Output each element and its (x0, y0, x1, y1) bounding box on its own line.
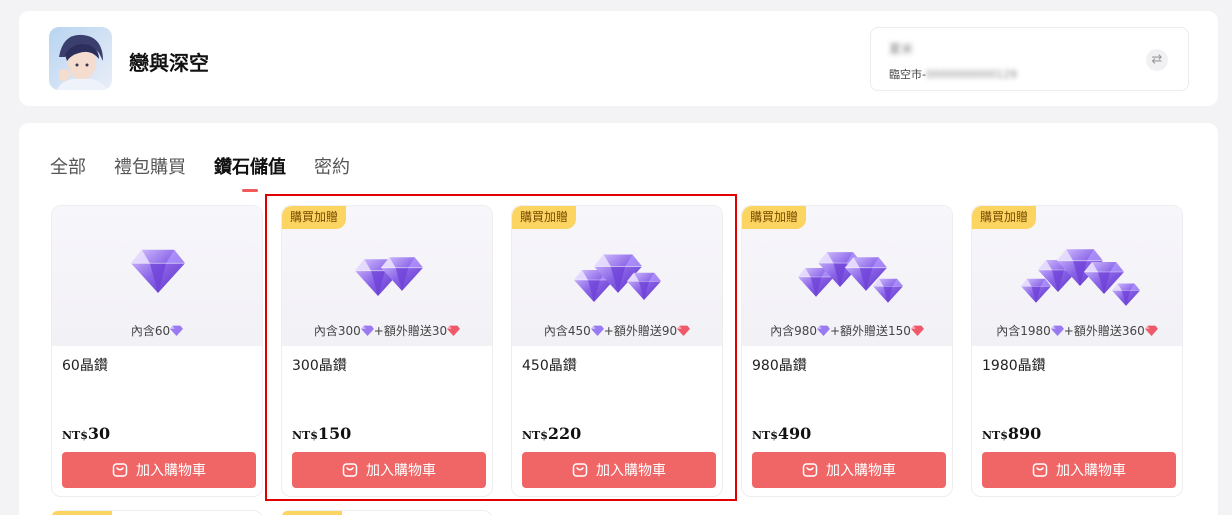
tab-secret-date[interactable]: 密約 (314, 153, 350, 179)
product-name: 60晶鑽 (62, 358, 108, 374)
contains-info: 內含300 +額外贈送30 (282, 322, 492, 339)
contains-amount: 內含60 (130, 324, 171, 338)
bonus-amount: +額外贈送30 (373, 324, 448, 338)
contains-info: 內含450 +額外贈送90 (512, 322, 722, 339)
product-panel: 全部 禮包購買 鑽石儲值 密約 內含60 60晶鑽 NT$30 加入購物車 購買加贈 內含… (19, 123, 1218, 515)
ruby-icon (677, 324, 691, 338)
shopping-bag-icon (1032, 463, 1048, 477)
product-name: 300晶鑽 (292, 358, 347, 374)
contains-info: 內含980 +額外贈送150 (742, 322, 952, 339)
shopping-bag-icon (802, 463, 818, 477)
product-card[interactable]: 內含60 60晶鑽 NT$30 加入購物車 (51, 205, 263, 497)
product-card[interactable]: 購買加贈內含1980 +額外贈送360 1980晶鑽 NT$890 加入購物車 (971, 205, 1183, 497)
product-name: 1980晶鑽 (982, 358, 1046, 374)
server-label: 臨空市- (889, 68, 926, 81)
add-to-cart-button[interactable]: 加入購物車 (522, 452, 716, 488)
contains-amount: 內含1980 (996, 324, 1051, 338)
promo-badge: 購買加贈 (282, 206, 347, 229)
diamond-icon (627, 271, 661, 304)
account-selector[interactable]: 夏米 臨空市-0000000000129 ⇄ (870, 27, 1189, 91)
add-to-cart-button[interactable]: 加入購物車 (982, 452, 1176, 488)
currency-label: NT$ (982, 429, 1008, 442)
ruby-icon (910, 324, 924, 338)
diamond-icon (381, 255, 423, 295)
currency-label: NT$ (292, 429, 318, 442)
crystal-icon (1050, 324, 1064, 338)
promo-badge: 購買加贈 (972, 206, 1037, 229)
crystal-icon (360, 324, 374, 338)
category-tabs: 全部 禮包購買 鑽石儲值 密約 (50, 153, 378, 179)
product-name: 450晶鑽 (522, 358, 577, 374)
bonus-amount: +額外贈送90 (603, 324, 678, 338)
ruby-icon (447, 324, 461, 338)
contains-amount: 內含300 (313, 324, 361, 338)
account-name: 夏米 (889, 42, 914, 56)
crystal-icon (170, 324, 184, 338)
shopping-bag-icon (572, 463, 588, 477)
product-price: NT$150 (292, 424, 351, 443)
product-card[interactable]: 購買加贈內含980 +額外贈送150 980晶鑽 NT$490 加入購物車 (741, 205, 953, 497)
swap-icon[interactable]: ⇄ (1146, 49, 1168, 71)
diamond-pile (52, 224, 262, 324)
diamond-icon (1112, 282, 1140, 310)
price-amount: 220 (547, 424, 582, 443)
add-to-cart-button[interactable]: 加入購物車 (292, 452, 486, 488)
product-image: 購買加贈內含450 +額外贈送90 (512, 206, 722, 346)
tab-diamond-topup[interactable]: 鑽石儲值 (214, 153, 286, 179)
add-to-cart-label: 加入購物車 (826, 463, 896, 479)
contains-amount: 內含450 (543, 324, 591, 338)
shopping-bag-icon (112, 463, 128, 477)
price-amount: 490 (777, 424, 812, 443)
shopping-bag-icon (342, 463, 358, 477)
diamond-pile (512, 224, 722, 324)
next-row-card (281, 510, 493, 515)
tab-gift-packs[interactable]: 禮包購買 (114, 153, 186, 179)
currency-label: NT$ (522, 429, 548, 442)
contains-info: 內含1980 +額外贈送360 (972, 322, 1182, 339)
next-row-card (51, 510, 263, 515)
add-to-cart-button[interactable]: 加入購物車 (62, 452, 256, 488)
price-amount: 150 (317, 424, 352, 443)
product-price: NT$30 (62, 424, 110, 443)
contains-amount: 內含980 (770, 324, 817, 338)
diamond-pile (282, 224, 492, 324)
currency-label: NT$ (62, 429, 88, 442)
price-amount: 30 (87, 424, 111, 443)
currency-label: NT$ (752, 429, 778, 442)
product-price: NT$890 (982, 424, 1041, 443)
add-to-cart-label: 加入購物車 (366, 463, 436, 479)
crystal-icon (590, 324, 604, 338)
crystal-icon (816, 324, 830, 338)
product-image: 購買加贈內含1980 +額外贈送360 (972, 206, 1182, 346)
bonus-amount: +額外贈送360 (1063, 324, 1145, 338)
price-amount: 890 (1007, 424, 1042, 443)
product-image: 購買加贈內含980 +額外贈送150 (742, 206, 952, 346)
add-to-cart-label: 加入購物車 (136, 463, 206, 479)
product-card[interactable]: 購買加贈內含450 +額外贈送90 450晶鑽 NT$220 加入購物車 (511, 205, 723, 497)
bonus-amount: +額外贈送150 (829, 324, 911, 338)
add-to-cart-label: 加入購物車 (1056, 463, 1126, 479)
game-avatar (49, 27, 112, 90)
diamond-icon (131, 247, 185, 297)
product-image: 購買加贈內含300 +額外贈送30 (282, 206, 492, 346)
tab-all[interactable]: 全部 (50, 153, 86, 179)
product-card[interactable]: 購買加贈內含300 +額外贈送30 300晶鑽 NT$150 加入購物車 (281, 205, 493, 497)
add-to-cart-label: 加入購物車 (596, 463, 666, 479)
promo-badge: 購買加贈 (512, 206, 577, 229)
product-price: NT$490 (752, 424, 811, 443)
ruby-icon (1144, 324, 1158, 338)
add-to-cart-button[interactable]: 加入購物車 (752, 452, 946, 488)
product-image: 內含60 (52, 206, 262, 346)
product-price: NT$220 (522, 424, 581, 443)
contains-info: 內含60 (52, 322, 262, 339)
diamond-pile (742, 224, 952, 324)
server-id: 0000000000129 (925, 68, 1017, 81)
product-name: 980晶鑽 (752, 358, 807, 374)
game-title: 戀與深空 (129, 51, 209, 75)
game-header: 戀與深空 夏米 臨空市-0000000000129 ⇄ (19, 11, 1218, 106)
promo-badge: 購買加贈 (742, 206, 807, 229)
diamond-pile (972, 224, 1182, 324)
account-server: 臨空市-0000000000129 (889, 66, 1017, 82)
diamond-icon (873, 277, 903, 307)
